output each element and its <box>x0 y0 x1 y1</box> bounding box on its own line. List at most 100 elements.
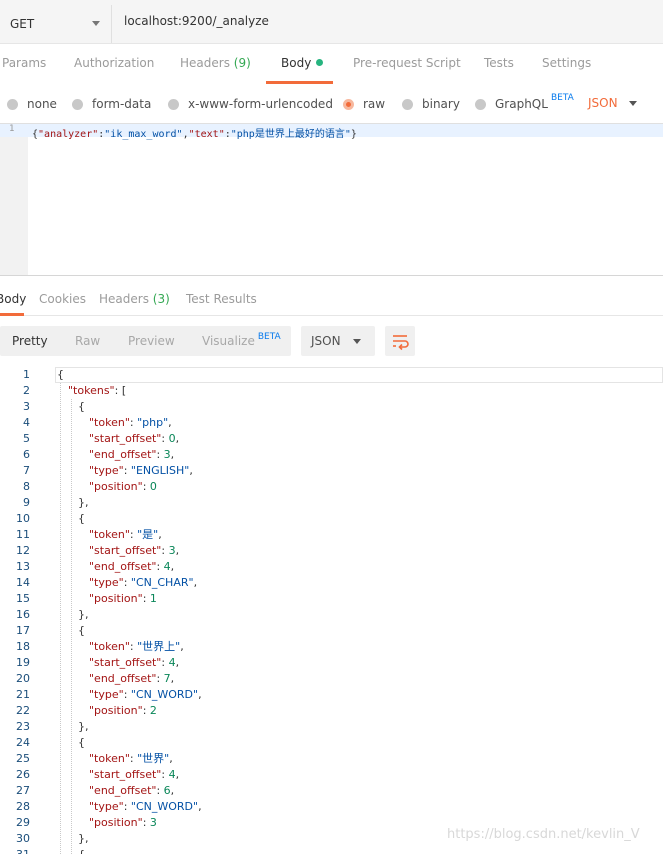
code-line: 19 "start_offset": 4, <box>0 655 663 671</box>
json-value: "CN_WORD" <box>130 800 199 813</box>
json-key: "position" <box>89 816 143 829</box>
active-tab-indicator <box>0 313 24 316</box>
json-colon: : <box>129 752 138 765</box>
request-tabs: Params Authorization Headers (9) Body Pr… <box>0 44 663 84</box>
json-value: 4 <box>168 656 176 669</box>
line-number: 6 <box>23 448 30 461</box>
json-colon: : <box>156 560 164 573</box>
res-tab-headers[interactable]: Headers (3) <box>99 292 170 306</box>
code-line: 11 "token": "是", <box>0 527 663 543</box>
radio-binary[interactable]: binary <box>402 97 460 111</box>
radio-x-www-form-urlencoded[interactable]: x-www-form-urlencoded <box>168 97 333 111</box>
res-tab-body[interactable]: Body <box>0 292 26 306</box>
code-line: 2 "tokens": [ <box>0 383 663 399</box>
json-value: "是" <box>137 528 159 541</box>
json-comma: , <box>175 432 180 445</box>
json-value: 7 <box>163 672 171 685</box>
code-line: 4 "token": "php", <box>0 415 663 431</box>
tab-pre-request-script[interactable]: Pre-request Script <box>353 56 461 70</box>
json-colon: : <box>123 576 131 589</box>
radio-raw[interactable]: raw <box>343 97 385 111</box>
json-comma: , <box>170 784 175 797</box>
json-key: "type" <box>89 464 124 477</box>
json-key: "start_offset" <box>89 544 162 557</box>
line-number: 11 <box>16 528 30 541</box>
json-colon: : <box>142 480 150 493</box>
url-input[interactable]: localhost:9200/_analyze <box>124 14 269 28</box>
view-pretty-button[interactable]: Pretty <box>12 334 48 348</box>
radio-graphql[interactable]: GraphQL BETA <box>475 93 574 111</box>
code-line: 23}, <box>0 719 663 735</box>
line-number: 1 <box>23 368 30 381</box>
radio-label: none <box>27 97 57 111</box>
view-preview-button[interactable]: Preview <box>128 334 175 348</box>
request-body-code[interactable]: {"analyzer":"ik_max_word","text":"php是世界… <box>32 125 357 140</box>
tab-tests[interactable]: Tests <box>484 56 514 70</box>
tab-label: Pre-request Script <box>353 56 461 70</box>
tab-params[interactable]: Params <box>2 56 46 70</box>
line-number: 17 <box>16 624 30 637</box>
radio-form-data[interactable]: form-data <box>72 97 151 111</box>
json-key: "type" <box>89 576 124 589</box>
code-line: 3{ <box>0 399 663 415</box>
json-value: 2 <box>149 704 157 717</box>
view-visualize-button[interactable]: Visualize BETA <box>202 332 281 348</box>
tab-headers[interactable]: Headers (9) <box>180 56 251 70</box>
json-colon: : <box>142 592 150 605</box>
line-number: 18 <box>16 640 30 653</box>
json-key: "end_offset" <box>89 448 157 461</box>
response-body-viewer[interactable]: 1{2 "tokens": [3{4 "token": "php", 5 "start_… <box>0 367 663 854</box>
json-colon: : <box>161 656 169 669</box>
line-number: 31 <box>0 847 30 854</box>
line-number: 21 <box>16 688 30 701</box>
tab-authorization[interactable]: Authorization <box>74 56 154 70</box>
chevron-down-icon[interactable] <box>629 101 637 106</box>
json-comma: , <box>198 800 202 813</box>
json-colon: : <box>142 704 150 717</box>
radio-none[interactable]: none <box>7 97 57 111</box>
radio-selected-icon <box>343 98 354 110</box>
line-number: 22 <box>16 704 30 717</box>
json-value: "php" <box>137 416 169 429</box>
chevron-down-icon <box>92 21 100 26</box>
json-key: "start_offset" <box>89 432 162 445</box>
res-tab-test-results[interactable]: Test Results <box>186 292 257 306</box>
json-value: 1 <box>149 592 157 605</box>
line-number: 24 <box>16 736 30 749</box>
editor-gutter <box>0 124 28 276</box>
json-pair: "start_offset": 0, <box>89 431 179 447</box>
tab-body[interactable]: Body <box>281 56 324 70</box>
json-key: "tokens" <box>68 384 115 397</box>
json-comma: , <box>158 528 162 541</box>
json-key: "position" <box>89 704 143 717</box>
res-tab-cookies[interactable]: Cookies <box>39 292 86 306</box>
json-value: "ENGLISH" <box>130 464 190 477</box>
pane-divider[interactable] <box>0 275 663 276</box>
response-format-select[interactable]: JSON <box>301 326 375 356</box>
json-pair: "token": "是", <box>89 527 162 543</box>
json-comma: , <box>169 752 173 765</box>
request-body-editor[interactable]: 1 {"analyzer":"ik_max_word","text":"php是… <box>0 123 663 276</box>
tab-settings[interactable]: Settings <box>542 56 591 70</box>
json-value: "世界上" <box>137 640 181 653</box>
line-number: 27 <box>16 784 30 797</box>
wrap-lines-button[interactable] <box>385 326 415 356</box>
view-raw-button[interactable]: Raw <box>75 334 100 348</box>
radio-circle-icon <box>168 98 179 110</box>
json-key: "end_offset" <box>89 672 157 685</box>
view-label: Visualize <box>202 334 255 348</box>
json-value: "CN_CHAR" <box>130 576 194 589</box>
line-number: 26 <box>16 768 30 781</box>
json-key: "start_offset" <box>89 656 162 669</box>
code-line: 8 "position": 0 <box>0 479 663 495</box>
json-string: "ik_max_word" <box>104 129 183 140</box>
json-value: 3 <box>149 816 157 829</box>
json-brace: } <box>350 129 357 140</box>
json-pair: "position": 3 <box>89 815 157 831</box>
body-format-select[interactable]: JSON <box>588 96 618 110</box>
method-select[interactable]: GET <box>0 5 112 43</box>
line-number: 8 <box>23 480 30 493</box>
json-key: "token" <box>89 528 130 541</box>
json-colon: : <box>156 448 164 461</box>
line-number: 1 <box>9 124 15 134</box>
